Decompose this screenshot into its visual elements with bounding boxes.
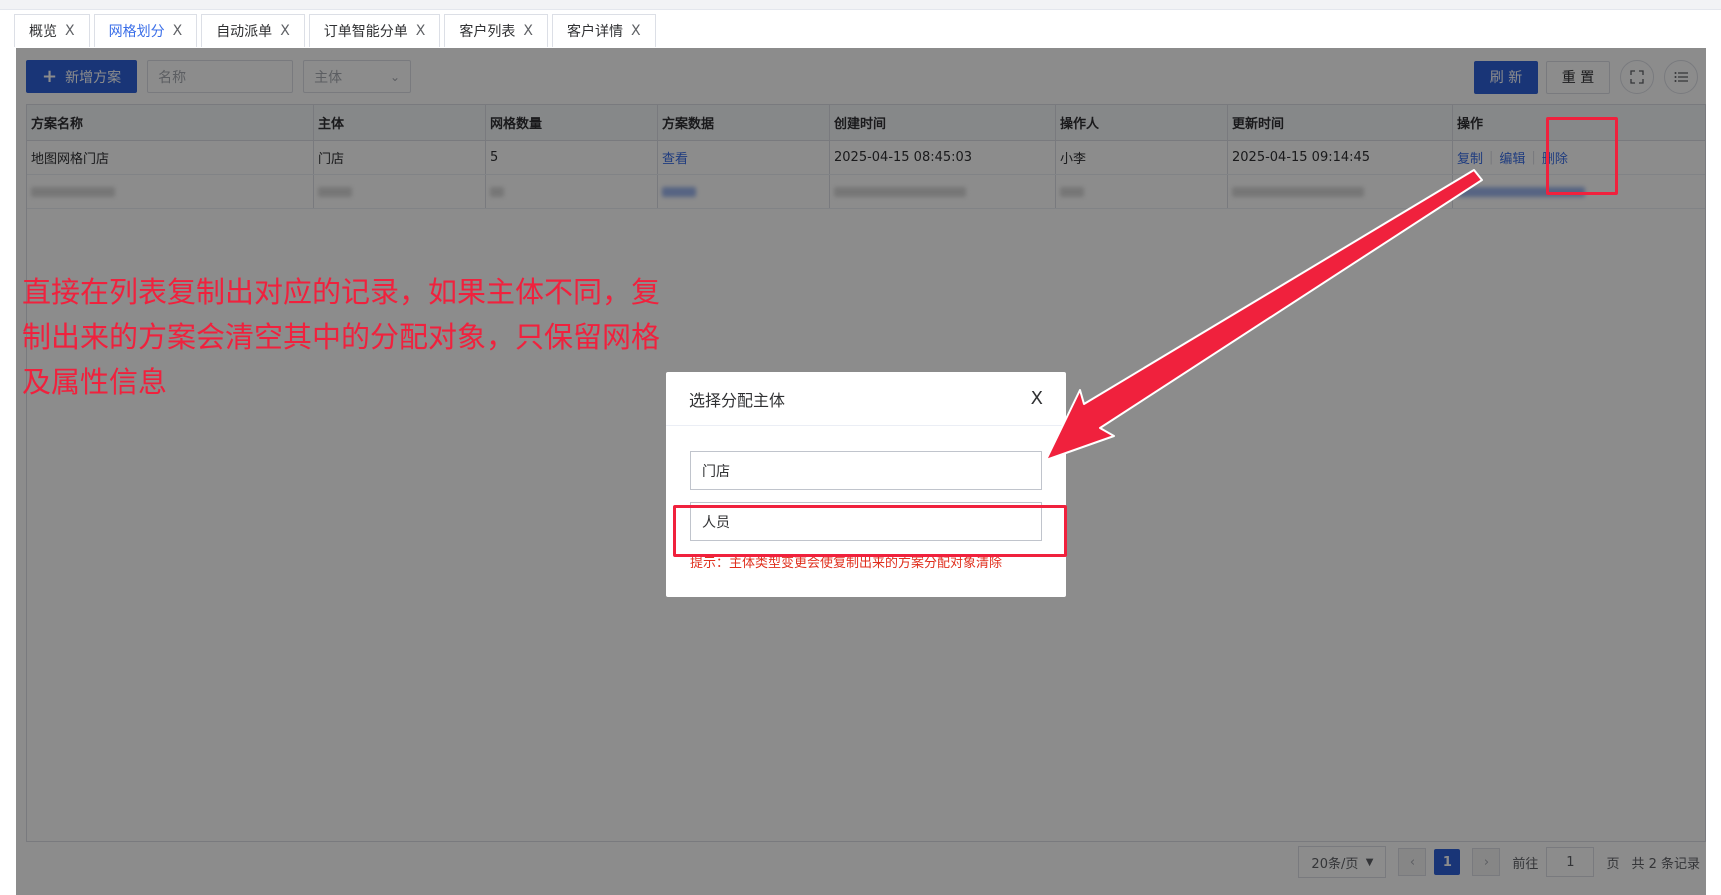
tab-grid-division[interactable]: 网格划分 X [93, 14, 198, 47]
tab-customer-list[interactable]: 客户列表 X [444, 14, 548, 47]
close-icon[interactable]: X [1031, 388, 1043, 409]
close-icon[interactable]: X [523, 23, 533, 39]
select-subject-dialog: 选择分配主体 X 门店 人员 提示：主体类型变更会使复制出来的方案分配对象清除 [666, 372, 1066, 597]
dialog-title: 选择分配主体 [689, 390, 786, 410]
tab-label: 订单智能分单 [323, 24, 408, 40]
top-strip [0, 0, 1721, 10]
close-icon[interactable]: X [280, 23, 290, 39]
close-icon[interactable]: X [65, 23, 75, 39]
close-icon[interactable]: X [631, 23, 641, 39]
close-icon[interactable]: X [173, 23, 183, 39]
tab-label: 概览 [29, 24, 57, 40]
annotation-text: 直接在列表复制出对应的记录，如果主体不同，复制出来的方案会清空其中的分配对象，只… [22, 275, 661, 399]
field-highlight-box [673, 505, 1067, 557]
tab-smart-order-split[interactable]: 订单智能分单 X [308, 14, 441, 47]
subject-field-store[interactable]: 门店 [690, 451, 1042, 490]
tab-label: 客户列表 [459, 24, 516, 40]
close-icon[interactable]: X [416, 23, 426, 39]
tab-bar: 概览 X 网格划分 X 自动派单 X 订单智能分单 X 客户列表 X 客户详情 X [14, 14, 660, 48]
dialog-header: 选择分配主体 X [666, 372, 1066, 426]
tab-label: 自动派单 [216, 24, 273, 40]
tab-overview[interactable]: 概览 X [14, 14, 90, 47]
copy-highlight-box [1546, 117, 1618, 195]
tab-auto-dispatch[interactable]: 自动派单 X [201, 14, 305, 47]
app-window: 概览 X 网格划分 X 自动派单 X 订单智能分单 X 客户列表 X 客户详情 X + 新增方… [0, 0, 1721, 895]
tab-label: 网格划分 [108, 24, 165, 40]
tab-label: 客户详情 [566, 24, 623, 40]
tab-customer-detail[interactable]: 客户详情 X [551, 14, 656, 47]
